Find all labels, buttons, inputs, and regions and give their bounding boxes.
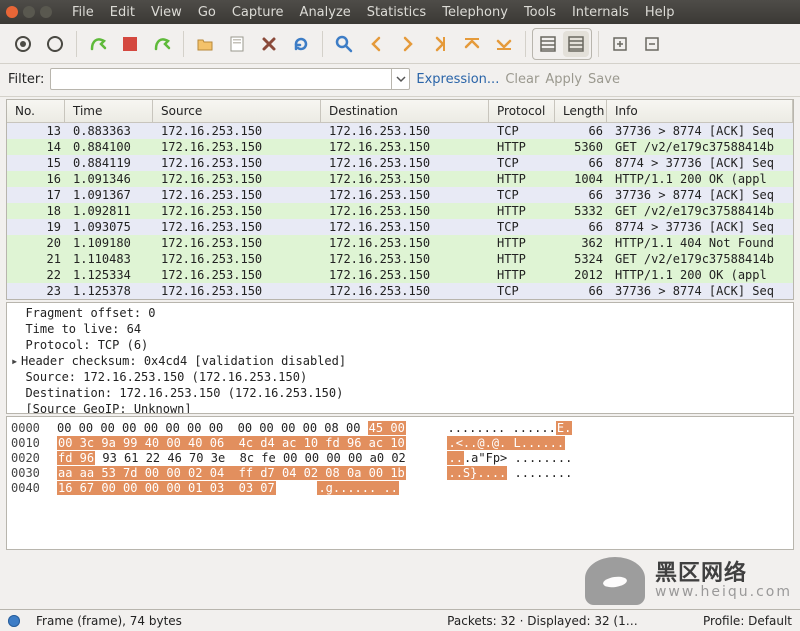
packet-row[interactable]: 221.125334172.16.253.150172.16.253.150HT… (7, 267, 793, 283)
menu-help[interactable]: Help (639, 5, 681, 20)
open-file-button[interactable] (190, 29, 220, 59)
packet-row[interactable]: 201.109180172.16.253.150172.16.253.150HT… (7, 235, 793, 251)
detail-line[interactable]: Source: 172.16.253.150 (172.16.253.150) (11, 369, 789, 385)
status-bar: Frame (frame), 74 bytes Packets: 32 · Di… (0, 609, 800, 631)
packet-row[interactable]: 181.092811172.16.253.150172.16.253.150HT… (7, 203, 793, 219)
detail-line[interactable]: Fragment offset: 0 (11, 305, 789, 321)
filter-dropdown-icon[interactable] (391, 69, 409, 89)
window-controls (6, 6, 52, 18)
menu-analyze[interactable]: Analyze (294, 5, 357, 20)
packet-list-body[interactable]: 130.883363172.16.253.150172.16.253.150TC… (7, 123, 793, 299)
packet-row[interactable]: 231.125378172.16.253.150172.16.253.150TC… (7, 283, 793, 299)
restart-capture-button[interactable] (147, 29, 177, 59)
hex-row[interactable]: 000000 00 00 00 00 00 00 00 00 00 00 00 … (11, 421, 789, 436)
menu-file[interactable]: File (66, 5, 100, 20)
filter-input[interactable] (51, 72, 391, 87)
status-packets: Packets: 32 · Displayed: 32 (1… (447, 614, 638, 628)
hex-row[interactable]: 0030aa aa 53 7d 00 00 02 04 ff d7 04 02 … (11, 466, 789, 481)
status-frame: Frame (frame), 74 bytes (36, 614, 182, 628)
capture-options-button[interactable] (40, 29, 70, 59)
interfaces-button[interactable] (8, 29, 38, 59)
col-source[interactable]: Source (153, 100, 321, 122)
save-file-button[interactable] (222, 29, 252, 59)
watermark-logo-icon (585, 557, 645, 605)
hex-row[interactable]: 004016 67 00 00 00 00 01 03 03 07 .g....… (11, 481, 789, 496)
window-maximize-button[interactable] (40, 6, 52, 18)
goto-last-button[interactable] (489, 29, 519, 59)
hex-row[interactable]: 0020fd 96 93 61 22 46 70 3e 8c fe 00 00 … (11, 451, 789, 466)
detail-line[interactable]: [Source GeoIP: Unknown] (11, 401, 789, 414)
menu-edit[interactable]: Edit (104, 5, 141, 20)
filter-label: Filter: (8, 72, 44, 87)
col-dest[interactable]: Destination (321, 100, 489, 122)
apply-button[interactable]: Apply (545, 72, 582, 87)
start-capture-button[interactable] (83, 29, 113, 59)
detail-line[interactable]: Time to live: 64 (11, 321, 789, 337)
zoom-out-button[interactable] (637, 29, 667, 59)
menu-go[interactable]: Go (192, 5, 222, 20)
expert-info-icon[interactable] (8, 615, 20, 627)
detail-line-expandable[interactable]: ▸Header checksum: 0x4cd4 [validation dis… (11, 353, 789, 369)
packet-row[interactable]: 211.110483172.16.253.150172.16.253.150HT… (7, 251, 793, 267)
menu-tools[interactable]: Tools (518, 5, 562, 20)
menu-internals[interactable]: Internals (566, 5, 635, 20)
col-no[interactable]: No. (7, 100, 65, 122)
colorize-group (532, 28, 592, 60)
filter-combo[interactable] (50, 68, 410, 90)
hex-row[interactable]: 001000 3c 9a 99 40 00 40 06 4c d4 ac 10 … (11, 436, 789, 451)
menu-view[interactable]: View (145, 5, 188, 20)
colorize-packets-button[interactable] (535, 31, 561, 57)
col-length[interactable]: Length (555, 100, 607, 122)
close-file-button[interactable] (254, 29, 284, 59)
window-minimize-button[interactable] (23, 6, 35, 18)
menubar: File Edit View Go Capture Analyze Statis… (0, 0, 800, 24)
col-proto[interactable]: Protocol (489, 100, 555, 122)
packet-details-pane[interactable]: Fragment offset: 0 Time to live: 64 Prot… (6, 302, 794, 414)
filter-bar: Filter: Expression... Clear Apply Save (0, 64, 800, 97)
packet-row[interactable]: 130.883363172.16.253.150172.16.253.150TC… (7, 123, 793, 139)
auto-scroll-button[interactable] (563, 31, 589, 57)
packet-row[interactable]: 150.884119172.16.253.150172.16.253.150TC… (7, 155, 793, 171)
go-forward-button[interactable] (393, 29, 423, 59)
detail-line[interactable]: Protocol: TCP (6) (11, 337, 789, 353)
packet-list-pane: No. Time Source Destination Protocol Len… (6, 99, 794, 300)
menu-statistics[interactable]: Statistics (361, 5, 432, 20)
goto-first-button[interactable] (457, 29, 487, 59)
packet-list-header: No. Time Source Destination Protocol Len… (7, 100, 793, 123)
menu-capture[interactable]: Capture (226, 5, 290, 20)
main-toolbar (0, 24, 800, 64)
watermark: 黑区网络 www.heiqu.com (585, 557, 792, 605)
watermark-text: 黑区网络 www.heiqu.com (655, 562, 792, 600)
col-time[interactable]: Time (65, 100, 153, 122)
packet-row[interactable]: 161.091346172.16.253.150172.16.253.150HT… (7, 171, 793, 187)
stop-capture-button[interactable] (115, 29, 145, 59)
goto-packet-button[interactable] (425, 29, 455, 59)
window-close-button[interactable] (6, 6, 18, 18)
menu-telephony[interactable]: Telephony (436, 5, 514, 20)
col-info[interactable]: Info (607, 100, 793, 122)
packet-row[interactable]: 191.093075172.16.253.150172.16.253.150TC… (7, 219, 793, 235)
zoom-in-button[interactable] (605, 29, 635, 59)
status-profile[interactable]: Profile: Default (703, 614, 792, 628)
detail-line[interactable]: Destination: 172.16.253.150 (172.16.253.… (11, 385, 789, 401)
expression-button[interactable]: Expression... (416, 72, 499, 87)
go-back-button[interactable] (361, 29, 391, 59)
reload-button[interactable] (286, 29, 316, 59)
save-filter-button[interactable]: Save (588, 72, 620, 87)
packet-row[interactable]: 171.091367172.16.253.150172.16.253.150TC… (7, 187, 793, 203)
packet-bytes-pane[interactable]: 000000 00 00 00 00 00 00 00 00 00 00 00 … (6, 416, 794, 550)
clear-button[interactable]: Clear (505, 72, 539, 87)
find-packet-button[interactable] (329, 29, 359, 59)
packet-row[interactable]: 140.884100172.16.253.150172.16.253.150HT… (7, 139, 793, 155)
expand-icon[interactable]: ▸ (11, 353, 21, 369)
